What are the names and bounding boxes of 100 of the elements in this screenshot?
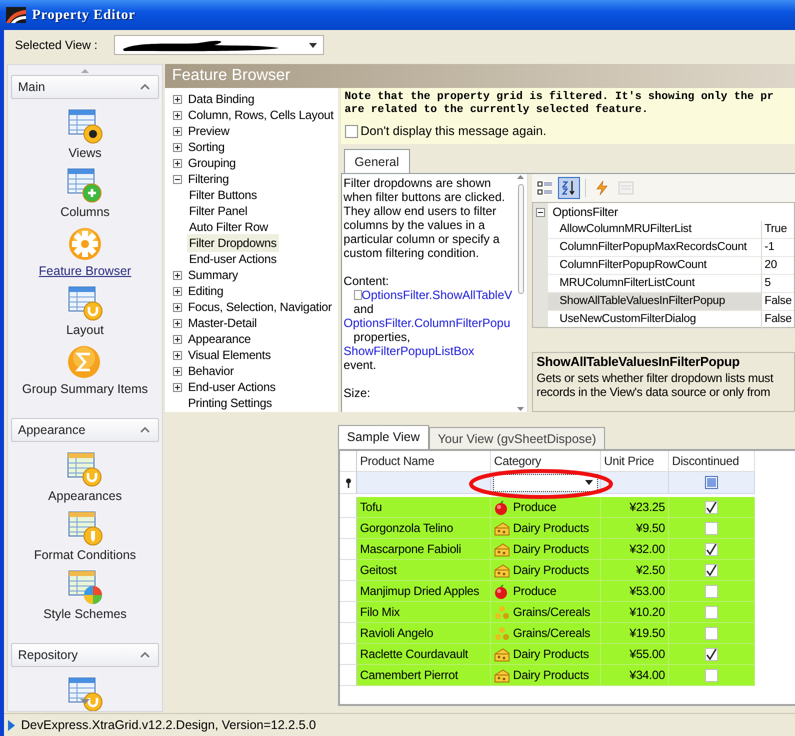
expand-icon[interactable] xyxy=(173,270,182,280)
grid-row[interactable]: Raclette Courdavault Dairy Products ¥55.00 xyxy=(340,644,755,665)
property-name[interactable]: AllowColumnMRUFilterList xyxy=(548,221,762,239)
tree-item[interactable]: Grouping xyxy=(186,154,238,172)
tab[interactable]: General xyxy=(344,149,410,173)
expand-icon[interactable] xyxy=(173,158,182,168)
tree-item[interactable]: Editing xyxy=(186,282,226,300)
link[interactable]: OptionsFilter.ColumnFilterPopu xyxy=(344,316,510,330)
grid-row[interactable]: Ravioli Angelo Grains/Cereals ¥19.50 xyxy=(340,623,755,644)
tree-item[interactable]: Master-Detail xyxy=(186,314,259,332)
grid-row[interactable]: Tofu Produce ¥23.25 xyxy=(340,497,755,518)
property-name[interactable]: ShowAllTableValuesInFilterPopup xyxy=(548,293,762,311)
nav-item[interactable]: Layout xyxy=(66,286,104,338)
help-title: ShowAllTableValuesInFilterPopup xyxy=(536,355,741,369)
expand-icon[interactable] xyxy=(173,302,182,312)
expand-icon[interactable] xyxy=(173,142,182,152)
grid-row[interactable]: Camembert Pierrot Dairy Products ¥34.00 xyxy=(340,665,755,686)
tree-item[interactable]: Visual Elements xyxy=(186,346,273,364)
checkbox[interactable] xyxy=(705,626,718,640)
checkbox[interactable] xyxy=(705,500,718,514)
checkbox[interactable] xyxy=(705,584,718,598)
nav-item[interactable]: Appearances xyxy=(48,452,122,504)
scroll-down-arrow[interactable] xyxy=(80,699,90,705)
nav-item[interactable] xyxy=(68,677,102,711)
tree-item[interactable]: Sorting xyxy=(186,138,227,156)
checkbox[interactable] xyxy=(705,522,718,534)
nav-item[interactable]: Group Summary Items xyxy=(22,345,148,397)
nav-item[interactable]: Style Schemes xyxy=(43,570,127,622)
tree-item[interactable]: Preview xyxy=(186,122,232,140)
nav-item[interactable]: Format Conditions xyxy=(34,511,136,563)
view-dropdown[interactable] xyxy=(114,35,324,55)
expand-arrow-icon[interactable] xyxy=(8,720,15,730)
table-cell-text: Geitost xyxy=(360,562,397,579)
tree-item[interactable]: Filter Dropdowns xyxy=(187,234,278,252)
property-value[interactable]: 5 xyxy=(762,275,794,293)
expand-icon[interactable] xyxy=(173,110,182,120)
group-header[interactable]: Repository xyxy=(11,643,159,667)
collapse-icon[interactable] xyxy=(536,208,545,216)
filter-cell[interactable] xyxy=(601,472,669,494)
group-header[interactable]: Main xyxy=(11,75,159,99)
property-value[interactable]: True xyxy=(762,221,794,239)
expand-icon[interactable] xyxy=(173,286,182,296)
grid-row[interactable]: Geitost Dairy Products ¥2.50 xyxy=(340,560,755,581)
property-name[interactable]: ColumnFilterPopupRowCount xyxy=(548,257,762,275)
property-value[interactable]: -1 xyxy=(762,239,794,257)
nav-item[interactable]: Feature Browser xyxy=(38,227,132,279)
expand-icon[interactable] xyxy=(173,318,182,328)
checkbox[interactable] xyxy=(705,542,718,556)
expand-icon[interactable] xyxy=(173,350,182,360)
checkbox[interactable] xyxy=(705,648,718,660)
checkbox[interactable] xyxy=(344,124,358,138)
property-value[interactable]: 20 xyxy=(762,257,794,275)
sheet-pie-chart-icon xyxy=(68,570,102,605)
tree-item[interactable]: Data Binding xyxy=(186,90,256,108)
scroll-up-arrow[interactable] xyxy=(516,174,526,180)
expand-icon[interactable] xyxy=(173,94,182,104)
table-cell-text: Dairy Products xyxy=(513,541,589,558)
tree-item[interactable]: Behavior xyxy=(186,362,236,380)
tree-item[interactable]: End-user Actions xyxy=(187,250,279,268)
tree-item[interactable]: Auto Filter Row xyxy=(187,218,270,236)
link[interactable]: ShowFilterPopupListBox xyxy=(344,344,474,358)
expand-icon[interactable] xyxy=(173,126,182,136)
tab[interactable]: Sample View xyxy=(338,425,429,449)
tree-item[interactable]: End-user Actions xyxy=(186,378,278,396)
grid-row[interactable]: Mascarpone Fabioli Dairy Products ¥32.00 xyxy=(340,539,755,560)
checkbox[interactable] xyxy=(705,476,718,489)
filter-cell[interactable] xyxy=(357,472,491,494)
scrollbar-thumb[interactable] xyxy=(518,184,524,294)
expand-icon[interactable] xyxy=(173,334,182,344)
scroll-down-arrow[interactable] xyxy=(516,406,526,412)
tree-item[interactable]: Printing Settings xyxy=(186,394,274,412)
group-header[interactable]: Appearance xyxy=(11,418,159,442)
expand-icon[interactable] xyxy=(173,382,182,392)
expand-icon[interactable] xyxy=(173,366,182,376)
property-name[interactable]: UseNewCustomFilterDialog xyxy=(548,311,762,329)
tree-item[interactable]: Appearance xyxy=(186,330,253,348)
nav-item[interactable]: Columns xyxy=(60,168,110,220)
grid-row[interactable]: Manjimup Dried Apples Produce ¥53.00 xyxy=(340,581,755,602)
tree-item[interactable]: Filtering xyxy=(186,170,231,188)
checkbox[interactable] xyxy=(705,668,718,682)
tree-item[interactable]: Summary xyxy=(186,266,240,284)
field-label: Selected View : xyxy=(15,37,98,54)
tree-item[interactable]: Filter Panel xyxy=(187,202,250,220)
tree-item[interactable]: Focus, Selection, Navigatior xyxy=(186,298,334,316)
toolbar-button[interactable] xyxy=(558,177,580,199)
link[interactable]: OptionsFilter.ShowAllTableV xyxy=(362,288,512,302)
gear-icon xyxy=(68,227,102,262)
property-value[interactable]: False xyxy=(762,311,794,329)
tree-item[interactable]: Filter Buttons xyxy=(187,186,259,204)
collapse-icon[interactable] xyxy=(173,174,182,184)
filter-dropdown[interactable] xyxy=(493,474,598,492)
grid-row[interactable]: Filo Mix Grains/Cereals ¥10.20 xyxy=(340,602,755,623)
nav-item[interactable]: Views xyxy=(68,109,102,161)
tree-item[interactable]: Column, Rows, Cells Layout xyxy=(186,106,336,124)
checkbox[interactable] xyxy=(705,606,718,618)
tab[interactable]: Your View (gvSheetDispose) xyxy=(428,427,606,449)
property-value[interactable]: False xyxy=(762,293,794,311)
property-name[interactable]: ColumnFilterPopupMaxRecordsCount xyxy=(548,239,762,257)
checkbox[interactable] xyxy=(705,564,718,576)
grid-row[interactable]: Gorgonzola Telino Dairy Products ¥9.50 xyxy=(340,518,755,539)
